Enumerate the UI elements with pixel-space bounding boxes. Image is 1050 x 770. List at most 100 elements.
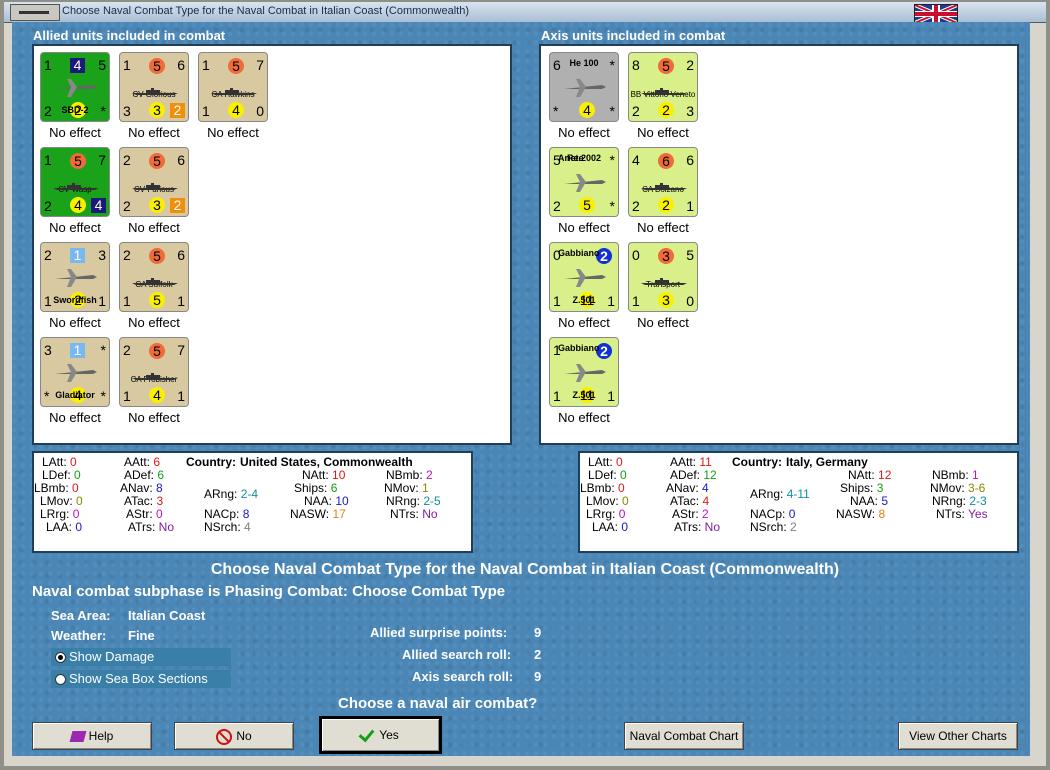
allied-unit-effect: No effect: [128, 315, 180, 330]
counter-value-tc: 5: [149, 343, 165, 359]
stat-ldef: LDef: 0: [42, 468, 81, 482]
axis-unit-counter[interactable]: 5 * 2 5 * Ariete Re.2002: [549, 147, 619, 217]
stat-label: LRrg:: [586, 507, 619, 521]
allied-search-label: Allied search roll:: [402, 647, 512, 662]
stat-laa: LAA: 0: [46, 520, 82, 534]
axis-stats-panel: LAtt: 0 LDef: 0 LBmb: 0 LMov: 0 LRrg: 0 LAA: …: [578, 451, 1019, 553]
stat-value: 0: [622, 494, 629, 508]
combat-heading: Choose Naval Combat Type for the Naval C…: [210, 561, 840, 578]
air-factor-badge: 4: [70, 58, 85, 73]
naval-combat-chart-button[interactable]: Naval Combat Chart: [624, 722, 744, 750]
stat-label: NTrs:: [390, 507, 423, 521]
allied-unit-counter[interactable]: 256232CV Furious: [119, 147, 189, 217]
counter-value-tr: 7: [177, 342, 185, 358]
show-sea-box-radio[interactable]: Show Sea Box Sections: [51, 670, 231, 688]
counter-value-tr: 6: [686, 152, 694, 168]
counter-value-bc: 5: [579, 197, 595, 213]
stat-label: ATac:: [124, 494, 157, 508]
stat-label: NAA:: [850, 494, 882, 508]
stat-label: ANav:: [666, 481, 703, 495]
stat-label: NBmb:: [932, 468, 973, 482]
counter-value-bl: 2: [632, 103, 640, 119]
counter-value-tc: 5: [70, 153, 86, 169]
title-bar: Choose Naval Combat Type for the Naval C…: [4, 2, 1046, 24]
stat-lmov: LMov: 0: [40, 494, 83, 508]
no-button[interactable]: No: [174, 722, 294, 750]
axis-unit-effect: No effect: [637, 220, 689, 235]
allied-unit-counter[interactable]: 256151CA Suffolk: [119, 242, 189, 312]
counter-value-tc: 5: [149, 248, 165, 264]
axis-unit-counter[interactable]: 6 * * 4 * He 100: [549, 52, 619, 122]
stat-ntrs: NTrs: No: [390, 507, 438, 521]
movement-badge: 5: [149, 292, 165, 308]
allied-unit-counter[interactable]: 257141CA Frobisher: [119, 337, 189, 407]
stat-value: 0: [616, 455, 623, 469]
allied-unit-counter[interactable]: 156332CV Glorious: [119, 52, 189, 122]
counter-value-tr: 5: [98, 57, 106, 73]
stat-latt: LAtt: 0: [588, 455, 623, 469]
stat-label: AAtt:: [124, 455, 154, 469]
stat-nasw: NASW: 17: [290, 507, 346, 521]
counter-value-tl: 1: [44, 57, 52, 73]
counter-value-tc: 5: [658, 58, 674, 74]
system-menu-button[interactable]: [10, 4, 60, 21]
stat-value: 2: [426, 468, 433, 482]
stat-astr: AStr: 2: [672, 507, 709, 521]
counter-value-tc: 5: [228, 58, 244, 74]
counter-value-bl: 1: [632, 293, 640, 309]
yes-label: Yes: [379, 728, 399, 742]
stat-label: NAtt:: [848, 468, 879, 482]
country-value: United States, Commonwealth: [240, 455, 413, 469]
country-line: Country: Italy, Germany: [732, 455, 868, 469]
stat-label: NASW:: [836, 507, 879, 521]
stat-nbmb: NBmb: 2: [386, 468, 433, 482]
yes-button[interactable]: Yes: [319, 716, 442, 754]
stat-laa: LAA: 0: [592, 520, 628, 534]
stat-nmov: NMov: 1: [384, 481, 429, 495]
aircraft-icon: [562, 265, 608, 291]
stat-label: NBmb:: [386, 468, 427, 482]
stat-value: 6: [157, 468, 165, 482]
stat-label: NACp:: [750, 507, 789, 521]
axis-unit-effect: No effect: [558, 125, 610, 140]
counter-value-tc: 5: [149, 58, 165, 74]
movement-badge: 2: [658, 197, 674, 213]
allied-unit-counter[interactable]: 2 1 3 1 2 1 Swordfish: [40, 242, 110, 312]
allied-unit-counter[interactable]: 157244CV Wasp: [40, 147, 110, 217]
stat-label: Ships:: [840, 481, 877, 495]
view-other-charts-button[interactable]: View Other Charts: [898, 722, 1018, 750]
axis-unit-counter[interactable]: 466221CA Bolzano: [628, 147, 698, 217]
stat-value: 10: [332, 468, 346, 482]
counter-name: Swordfish: [53, 295, 97, 305]
stat-label: NRng:: [932, 494, 970, 508]
no-icon: [216, 728, 233, 745]
stat-label: LAA:: [592, 520, 622, 534]
allied-unit-counter[interactable]: 157140CA Hawkins: [198, 52, 268, 122]
axis-unit-counter[interactable]: 0 2 1 11 1 Gabbiano Z.501: [549, 242, 619, 312]
stat-nsrch: NSrch: 4: [204, 520, 251, 534]
counter-value-tl: 2: [123, 152, 131, 168]
country-value: Italy, Germany: [786, 455, 868, 469]
stat-label: NASW:: [290, 507, 333, 521]
stat-naa: NAA: 5: [850, 494, 888, 508]
axis-unit-counter[interactable]: 1 2 1 11 1 Gabbiano Z.501: [549, 337, 619, 407]
stat-label: AAtt:: [670, 455, 700, 469]
allied-surprise-value: 9: [534, 625, 542, 640]
allied-unit-effect: No effect: [128, 220, 180, 235]
stat-value: 2: [790, 520, 797, 534]
stat-value: 0: [621, 520, 629, 534]
axis-unit-counter[interactable]: 852223BB Vittorio Veneto: [628, 52, 698, 122]
allied-unit-counter[interactable]: 1 4 5 2 2 * SBD-2: [40, 52, 110, 122]
stat-label: NSrch:: [750, 520, 791, 534]
allied-unit-counter[interactable]: 3 1 * * 4 * Gladiator: [40, 337, 110, 407]
stat-label: NACp:: [204, 507, 243, 521]
stat-value: 0: [76, 494, 83, 508]
stat-nacp: NACp: 8: [204, 507, 249, 521]
allied-unit-effect: No effect: [49, 220, 101, 235]
stat-label: LDef:: [42, 468, 75, 482]
show-damage-radio[interactable]: Show Damage: [51, 648, 231, 666]
stat-value: 0: [74, 468, 81, 482]
axis-unit-counter[interactable]: 035130Transport: [628, 242, 698, 312]
help-button[interactable]: Help: [32, 722, 152, 750]
country-label: Country:: [732, 455, 782, 469]
